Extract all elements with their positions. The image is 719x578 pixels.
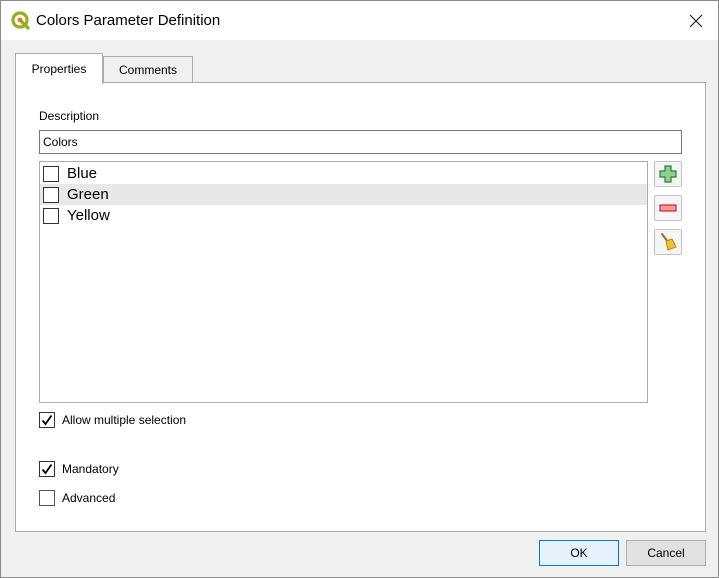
advanced-label: Advanced xyxy=(62,491,116,505)
title-bar: Colors Parameter Definition xyxy=(1,1,718,40)
close-icon xyxy=(689,14,703,27)
add-item-button[interactable] xyxy=(654,161,682,187)
mandatory-checkbox[interactable] xyxy=(39,461,55,477)
list-item[interactable]: Yellow xyxy=(40,205,647,226)
allow-multiple-label: Allow multiple selection xyxy=(62,413,187,427)
list-item-checkbox[interactable] xyxy=(43,207,59,224)
remove-item-button[interactable] xyxy=(654,195,682,221)
description-input[interactable] xyxy=(39,130,682,154)
mandatory-option[interactable]: Mandatory xyxy=(39,461,119,477)
qgis-logo-icon xyxy=(11,11,31,31)
advanced-checkbox[interactable] xyxy=(39,490,55,506)
cancel-button[interactable]: Cancel xyxy=(626,540,706,566)
list-item[interactable]: Blue xyxy=(40,163,647,184)
tab-comments-label: Comments xyxy=(118,63,177,77)
description-label: Description xyxy=(39,109,100,123)
tab-properties-label: Properties xyxy=(31,62,87,76)
clear-items-button[interactable] xyxy=(654,229,682,255)
list-item-label: Yellow xyxy=(67,207,110,224)
tab-comments[interactable]: Comments xyxy=(103,56,193,83)
list-item-label: Green xyxy=(67,186,109,203)
list-item[interactable]: Green xyxy=(40,184,647,205)
broom-icon xyxy=(661,233,677,251)
close-button[interactable] xyxy=(674,1,718,40)
options-list[interactable]: Blue Green Yellow xyxy=(39,161,648,403)
allow-multiple-checkbox[interactable] xyxy=(39,412,55,428)
properties-panel: Description Blue Green Yellow xyxy=(15,82,706,532)
checkmark-icon xyxy=(41,414,53,426)
advanced-option[interactable]: Advanced xyxy=(39,490,115,506)
plus-icon xyxy=(659,165,677,183)
list-item-label: Blue xyxy=(67,165,98,182)
allow-multiple-option[interactable]: Allow multiple selection xyxy=(39,412,186,428)
tab-properties[interactable]: Properties xyxy=(15,53,103,84)
minus-icon xyxy=(659,204,677,212)
list-item-checkbox[interactable] xyxy=(43,186,59,203)
window-title: Colors Parameter Definition xyxy=(36,12,221,29)
ok-button[interactable]: OK xyxy=(539,540,619,566)
list-item-checkbox[interactable] xyxy=(43,165,59,182)
mandatory-label: Mandatory xyxy=(62,462,119,476)
ok-button-label: OK xyxy=(570,546,588,560)
dialog-window: Colors Parameter Definition Properties C… xyxy=(0,0,719,578)
cancel-button-label: Cancel xyxy=(647,546,685,560)
checkmark-icon xyxy=(41,463,53,475)
